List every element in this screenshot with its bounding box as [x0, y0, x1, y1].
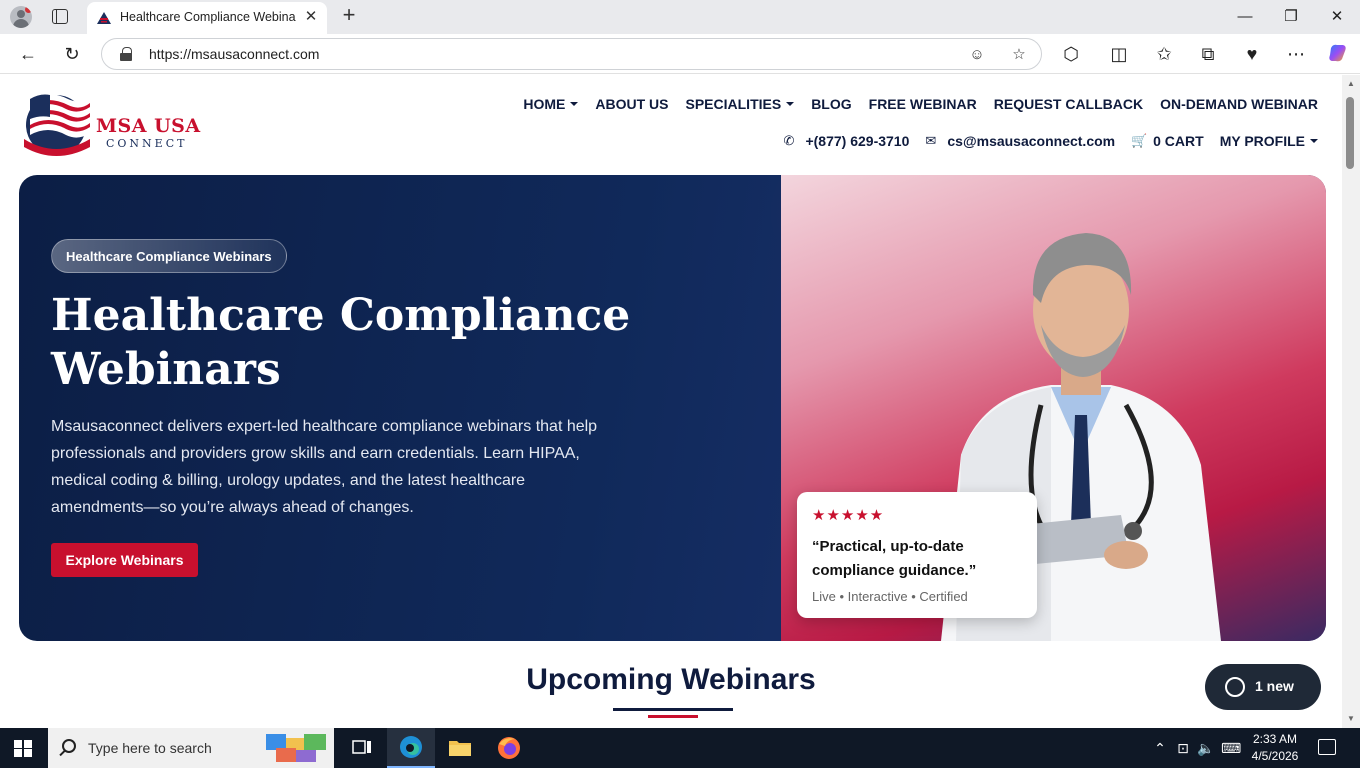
flag-seal-icon: [24, 94, 90, 156]
testimonial-quote: “Practical, up-to-date compliance guidan…: [812, 538, 977, 579]
notifications-icon[interactable]: [1318, 739, 1336, 755]
taskbar-clock[interactable]: 2:33 AM 4/5/2026: [1246, 731, 1304, 765]
copilot-icon[interactable]: [1326, 42, 1350, 66]
network-icon[interactable]: ⊡: [1174, 738, 1192, 758]
heading-underline: [613, 708, 733, 711]
clock-time: 2:33 AM: [1252, 732, 1298, 746]
address-url[interactable]: https://msausaconnect.com: [149, 46, 319, 62]
firefox-icon[interactable]: [485, 728, 533, 768]
chat-new-count: 1 new: [1255, 678, 1294, 694]
cart-link[interactable]: 🛒 0 CART: [1131, 133, 1204, 149]
taskbar-search-placeholder: Type here to search: [88, 740, 212, 756]
scroll-thumb[interactable]: [1346, 97, 1354, 169]
nav-request-callback[interactable]: REQUEST CALLBACK: [994, 96, 1143, 112]
more-icon[interactable]: ⋯: [1284, 42, 1308, 66]
collections-icon[interactable]: ⧉: [1196, 42, 1220, 66]
browser-tab-bar: Healthcare Compliance Webinars ✕ + — ❐ ✕: [0, 0, 1360, 34]
page-scrollbar[interactable]: ▲ ▼: [1342, 75, 1360, 728]
my-profile-menu[interactable]: MY PROFILE: [1220, 133, 1318, 149]
search-icon: [62, 739, 76, 753]
testimonial-card: ★★★★★ “Practical, up-to-date compliance …: [797, 492, 1037, 618]
close-tab-icon[interactable]: ✕: [303, 9, 319, 25]
task-view-icon[interactable]: [338, 728, 386, 768]
logo-wordmark: MSA USA: [96, 115, 201, 137]
browser-tab-active[interactable]: Healthcare Compliance Webinars ✕: [87, 2, 327, 34]
nav-free-webinar[interactable]: FREE WEBINAR: [869, 96, 977, 112]
hero-image-panel: ★★★★★ “Practical, up-to-date compliance …: [781, 175, 1326, 641]
nav-about-us[interactable]: ABOUT US: [595, 96, 668, 112]
explore-webinars-button[interactable]: Explore Webinars: [51, 543, 198, 577]
windows-start-icon[interactable]: [14, 740, 32, 757]
tab-actions-icon[interactable]: [52, 9, 68, 24]
hero-content: Healthcare Compliance Webinars Healthcar…: [19, 175, 781, 641]
lock-icon[interactable]: [120, 47, 132, 61]
site-logo[interactable]: MSA USA CONNECT: [18, 81, 204, 159]
nav-blog[interactable]: BLOG: [811, 96, 851, 112]
web-page: MSA USA CONNECT HOME ABOUT US SPECIALITI…: [0, 75, 1342, 728]
chevron-down-icon: [1310, 139, 1318, 143]
upcoming-webinars-heading: Upcoming Webinars: [526, 663, 816, 696]
envelope-icon: ✉: [925, 133, 937, 148]
phone-link[interactable]: ✆ +(877) 629-3710: [783, 133, 909, 149]
close-window-icon[interactable]: ✕: [1325, 6, 1349, 28]
heading-underline-accent: [648, 715, 698, 718]
read-aloud-icon[interactable]: ☺: [966, 44, 988, 66]
hero-description: Msausaconnect delivers expert-led health…: [51, 418, 598, 516]
logo-subtitle: CONNECT: [106, 137, 188, 150]
edge-taskbar-icon[interactable]: [387, 728, 435, 768]
cart-icon: 🛒: [1131, 133, 1148, 148]
refresh-icon[interactable]: ↻: [60, 42, 84, 66]
windows-taskbar: Type here to search ⌃ ⊡ 🔈 ⌨ 2:33 AM 4/5/…: [0, 728, 1360, 768]
restore-icon[interactable]: ❐: [1279, 6, 1303, 28]
browser-essentials-icon[interactable]: ♥: [1240, 42, 1264, 66]
phone-icon: ✆: [783, 133, 795, 148]
email-link[interactable]: ✉ cs@msausaconnect.com: [925, 133, 1115, 149]
contact-bar: ✆ +(877) 629-3710 ✉ cs@msausaconnect.com 🛒…: [783, 132, 1318, 150]
split-screen-icon[interactable]: ◫: [1107, 42, 1131, 66]
chat-widget-button[interactable]: 1 new: [1205, 664, 1321, 710]
nav-specialities[interactable]: SPECIALITIES: [686, 96, 795, 112]
favorites-icon[interactable]: ✩: [1152, 42, 1176, 66]
back-icon[interactable]: ←: [16, 42, 40, 66]
scroll-up-icon[interactable]: ▲: [1346, 79, 1356, 89]
tray-overflow-chevron-icon[interactable]: ⌃: [1151, 738, 1169, 758]
search-highlight-puzzle-icon: [266, 734, 326, 762]
hero-banner: Healthcare Compliance Webinars Healthcar…: [19, 175, 1326, 641]
volume-icon[interactable]: 🔈: [1197, 738, 1215, 758]
chevron-down-icon: [786, 102, 795, 106]
chat-icon: [1225, 677, 1245, 697]
hero-badge: Healthcare Compliance Webinars: [51, 239, 287, 273]
main-navigation: HOME ABOUT US SPECIALITIES BLOG FREE WEB…: [523, 95, 1318, 113]
minimize-icon[interactable]: —: [1233, 6, 1257, 28]
testimonial-tags: Live • Interactive • Certified: [812, 589, 968, 604]
site-favicon-icon: [97, 12, 111, 24]
chevron-down-icon: [570, 102, 579, 106]
keyboard-icon[interactable]: ⌨: [1221, 738, 1241, 758]
address-bar[interactable]: https://msausaconnect.com ☺ ☆: [101, 38, 1042, 70]
favorite-star-icon[interactable]: ☆: [1008, 44, 1030, 66]
nav-home[interactable]: HOME: [523, 96, 579, 112]
rating-stars: ★★★★★: [812, 507, 885, 524]
file-explorer-icon[interactable]: [436, 728, 484, 768]
new-tab-button[interactable]: +: [338, 4, 360, 27]
scroll-down-icon[interactable]: ▼: [1346, 714, 1356, 724]
hero-title: Healthcare Compliance Webinars: [51, 290, 631, 395]
tab-title: Healthcare Compliance Webinars: [120, 10, 296, 24]
nav-on-demand-webinar[interactable]: ON-DEMAND WEBINAR: [1160, 96, 1318, 112]
extensions-icon[interactable]: ⬡: [1059, 42, 1083, 66]
profile-avatar-icon[interactable]: [10, 6, 32, 28]
taskbar-search-box[interactable]: Type here to search: [48, 728, 334, 768]
browser-toolbar: ← ↻ https://msausaconnect.com ☺ ☆ ⬡ ◫ ✩ …: [0, 34, 1360, 74]
clock-date: 4/5/2026: [1251, 749, 1299, 763]
